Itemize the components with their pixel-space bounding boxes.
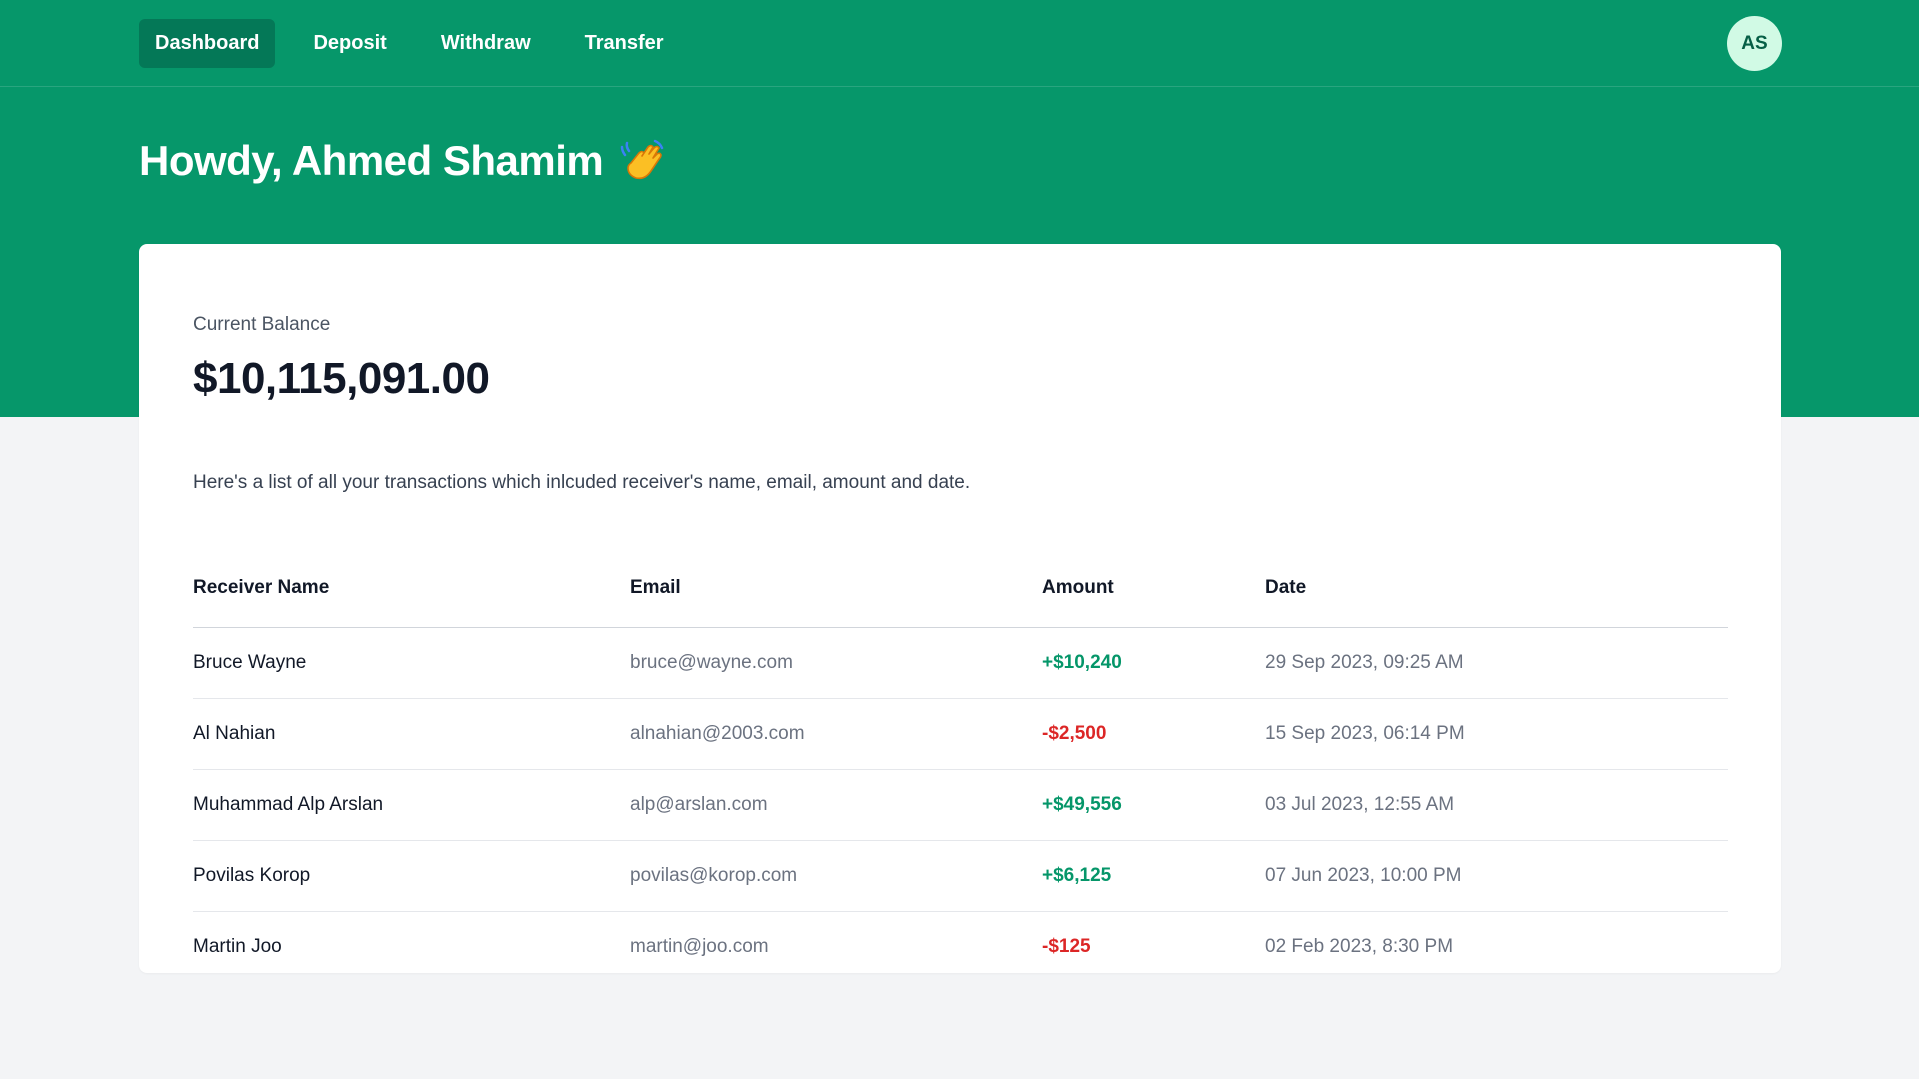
table-row: Muhammad Alp Arslan alp@arslan.com +$49,… bbox=[193, 769, 1728, 841]
user-avatar[interactable]: AS bbox=[1727, 16, 1782, 71]
receiver-name: Bruce Wayne bbox=[193, 627, 630, 699]
table-row: Martin Joo martin@joo.com -$125 02 Feb 2… bbox=[193, 911, 1728, 982]
header-date: Date bbox=[1265, 549, 1728, 628]
balance-card: Current Balance $10,115,091.00 Here's a … bbox=[139, 244, 1781, 973]
header-receiver-name: Receiver Name bbox=[193, 549, 630, 628]
waving-hand-icon bbox=[619, 137, 667, 185]
receiver-name: Povilas Korop bbox=[193, 840, 630, 912]
nav-transfer[interactable]: Transfer bbox=[569, 19, 680, 68]
receiver-name: Muhammad Alp Arslan bbox=[193, 769, 630, 841]
transaction-amount: +$10,240 bbox=[1042, 627, 1265, 699]
table-row: Al Nahian alnahian@2003.com -$2,500 15 S… bbox=[193, 698, 1728, 770]
table-row: Povilas Korop povilas@korop.com +$6,125 … bbox=[193, 840, 1728, 912]
header-email: Email bbox=[630, 549, 1042, 628]
greeting-text: Howdy, Ahmed Shamim bbox=[139, 137, 604, 184]
receiver-email: martin@joo.com bbox=[630, 935, 769, 957]
receiver-email: alp@arslan.com bbox=[630, 769, 1042, 841]
nav-links: Dashboard Deposit Withdraw Transfer bbox=[139, 19, 702, 68]
nav-dashboard[interactable]: Dashboard bbox=[139, 19, 276, 68]
table-row: Bruce Wayne bruce@wayne.com +$10,240 29 … bbox=[193, 627, 1728, 699]
header-amount: Amount bbox=[1042, 549, 1265, 628]
receiver-name: Martin Joo bbox=[193, 935, 282, 957]
transactions-description: Here's a list of all your transactions w… bbox=[193, 472, 971, 493]
receiver-name: Al Nahian bbox=[193, 698, 630, 770]
top-navbar: Dashboard Deposit Withdraw Transfer AS bbox=[0, 0, 1919, 87]
transaction-amount: -$125 bbox=[1042, 935, 1091, 957]
transaction-date: 15 Sep 2023, 06:14 PM bbox=[1265, 698, 1728, 770]
receiver-email: bruce@wayne.com bbox=[630, 627, 1042, 699]
receiver-email: alnahian@2003.com bbox=[630, 698, 1042, 770]
transaction-date: 29 Sep 2023, 09:25 AM bbox=[1265, 627, 1728, 699]
transaction-amount: +$6,125 bbox=[1042, 840, 1265, 912]
transaction-date: 02 Feb 2023, 8:30 PM bbox=[1265, 935, 1454, 957]
table-header-row: Receiver Name Email Amount Date bbox=[193, 549, 1728, 628]
balance-value: $10,115,091.00 bbox=[193, 354, 490, 403]
balance-label: Current Balance bbox=[193, 314, 331, 335]
transaction-date: 03 Jul 2023, 12:55 AM bbox=[1265, 769, 1728, 841]
transactions-table: Receiver Name Email Amount Date Bruce Wa… bbox=[193, 549, 1728, 982]
nav-deposit[interactable]: Deposit bbox=[297, 19, 402, 68]
transaction-amount: -$2,500 bbox=[1042, 698, 1265, 770]
nav-withdraw[interactable]: Withdraw bbox=[425, 19, 547, 68]
transaction-amount: +$49,556 bbox=[1042, 769, 1265, 841]
transaction-date: 07 Jun 2023, 10:00 PM bbox=[1265, 840, 1728, 912]
receiver-email: povilas@korop.com bbox=[630, 840, 1042, 912]
greeting-heading: Howdy, Ahmed Shamim bbox=[139, 137, 667, 185]
